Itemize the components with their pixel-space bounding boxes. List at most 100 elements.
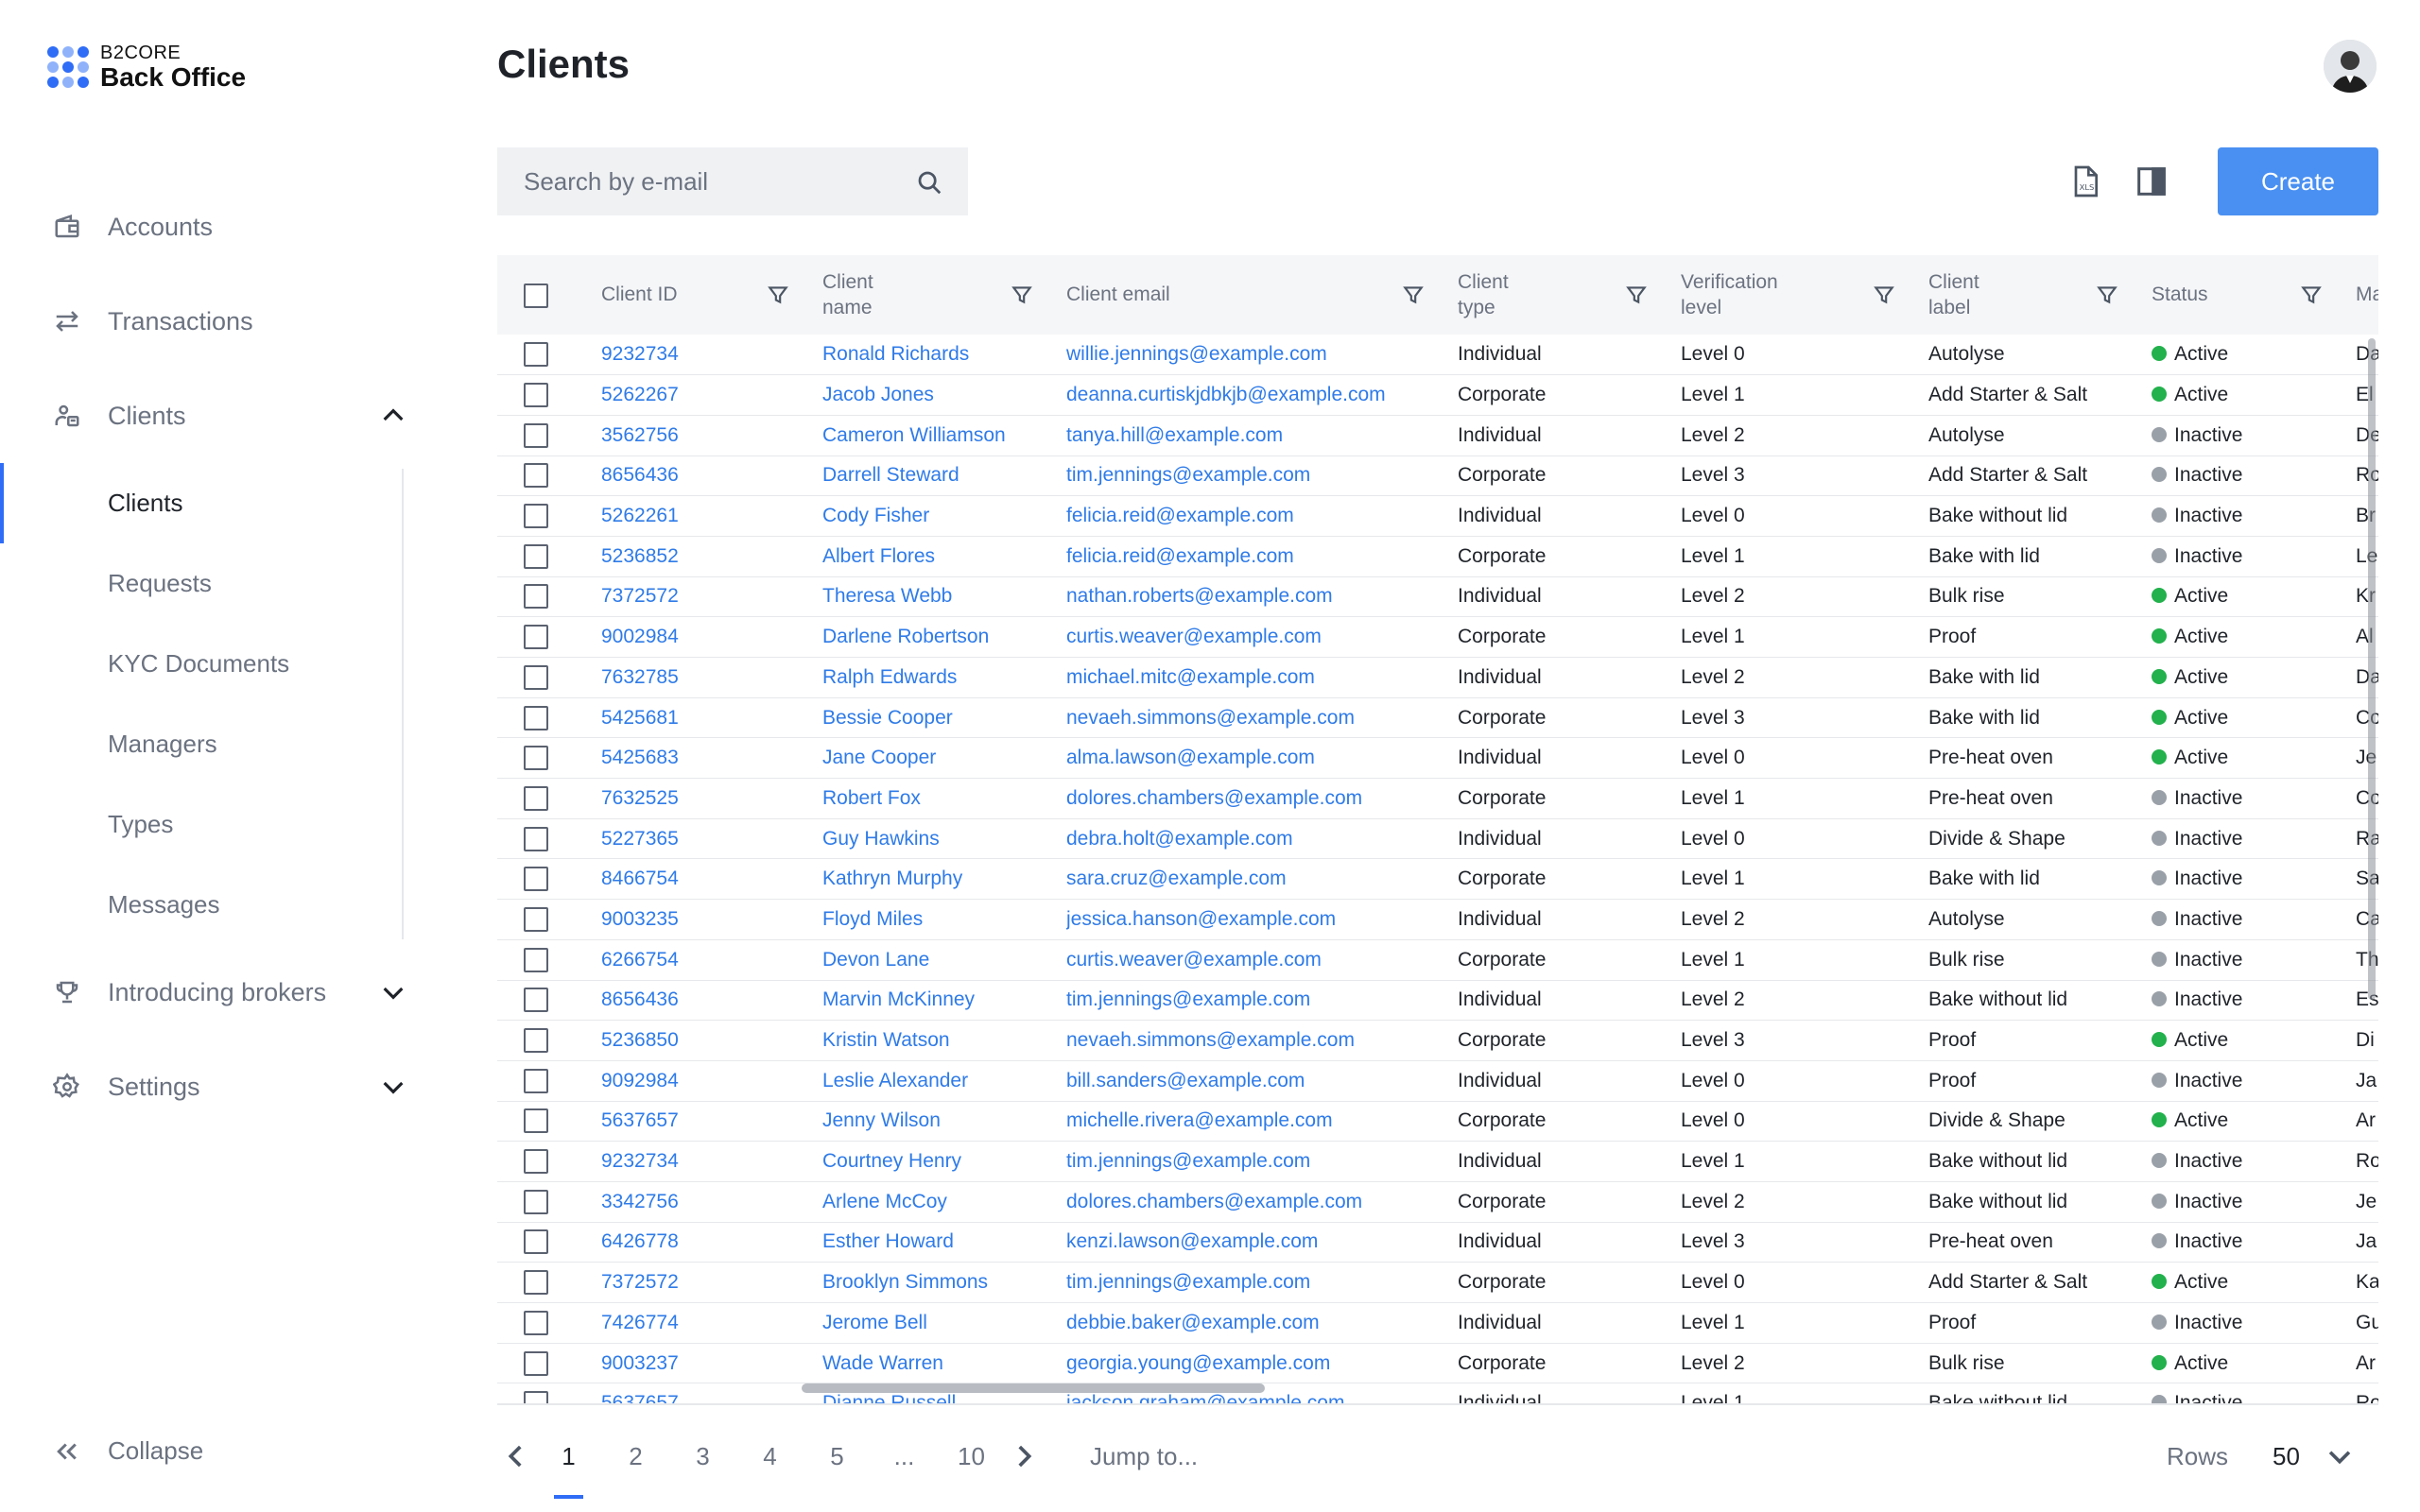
client-name-link[interactable]: Marvin McKinney xyxy=(822,980,1066,1021)
client-email-link[interactable]: nevaeh.simmons@example.com xyxy=(1066,697,1458,738)
prev-page-icon[interactable] xyxy=(497,1437,535,1475)
client-name-link[interactable]: Jacob Jones xyxy=(822,375,1066,416)
sidebar-item-clients[interactable]: Clients xyxy=(0,369,444,463)
row-checkbox[interactable] xyxy=(524,463,548,489)
table-row[interactable]: 5425683 Jane Cooper alma.lawson@example.co… xyxy=(497,738,2378,779)
client-id-link[interactable]: 5262267 xyxy=(601,375,822,416)
client-email-link[interactable]: willie.jennings@example.com xyxy=(1066,335,1458,375)
client-name-link[interactable]: Darrell Steward xyxy=(822,455,1066,496)
row-checkbox[interactable] xyxy=(524,826,548,851)
chevron-down-icon[interactable] xyxy=(378,1072,408,1102)
sidebar-item-transactions[interactable]: Transactions xyxy=(0,274,444,369)
client-name-link[interactable]: Esther Howard xyxy=(822,1222,1066,1263)
table-row[interactable]: 5637657 Jenny Wilson michelle.rivera@examp… xyxy=(497,1101,2378,1142)
rows-per-page-select[interactable]: 50 xyxy=(2273,1442,2300,1471)
table-row[interactable]: 3562756 Cameron Williamson tanya.hill@exam… xyxy=(497,415,2378,456)
page-number[interactable]: 2 xyxy=(602,1442,669,1471)
client-id-link[interactable]: 8656436 xyxy=(601,455,822,496)
client-name-link[interactable]: Cody Fisher xyxy=(822,496,1066,537)
row-checkbox[interactable] xyxy=(524,906,548,932)
row-checkbox[interactable] xyxy=(524,705,548,730)
client-name-link[interactable]: Brooklyn Simmons xyxy=(822,1263,1066,1303)
client-name-link[interactable]: Jane Cooper xyxy=(822,738,1066,779)
client-id-link[interactable]: 7632785 xyxy=(601,658,822,698)
column-header[interactable]: Client ID xyxy=(601,255,822,335)
client-email-link[interactable]: bill.sanders@example.com xyxy=(1066,1060,1458,1101)
columns-icon[interactable] xyxy=(2133,163,2170,200)
chevron-up-icon[interactable] xyxy=(378,401,408,431)
row-checkbox[interactable] xyxy=(524,1350,548,1376)
row-checkbox[interactable] xyxy=(524,584,548,610)
filter-icon[interactable] xyxy=(766,283,790,307)
client-email-link[interactable]: dolores.chambers@example.com xyxy=(1066,1181,1458,1222)
sidebar-item-accounts[interactable]: Accounts xyxy=(0,180,444,274)
row-checkbox[interactable] xyxy=(524,1391,548,1404)
client-name-link[interactable]: Floyd Miles xyxy=(822,900,1066,940)
column-header[interactable]: Client type xyxy=(1458,255,1681,335)
column-header[interactable]: Client label xyxy=(1928,255,2152,335)
table-row[interactable]: 7372572 Theresa Webb nathan.roberts@exampl… xyxy=(497,576,2378,617)
table-row[interactable]: 5262261 Cody Fisher felicia.reid@example.c… xyxy=(497,496,2378,537)
sidebar-subitem-clients[interactable]: Clients xyxy=(0,463,444,543)
table-row[interactable]: 6266754 Devon Lane curtis.weaver@example.c… xyxy=(497,939,2378,980)
client-id-link[interactable]: 5637657 xyxy=(601,1101,822,1142)
client-email-link[interactable]: jessica.hanson@example.com xyxy=(1066,900,1458,940)
logo[interactable]: B2CORE Back Office xyxy=(47,43,246,91)
client-name-link[interactable]: Guy Hawkins xyxy=(822,818,1066,859)
row-checkbox[interactable] xyxy=(524,342,548,368)
chevron-down-icon[interactable] xyxy=(2324,1440,2356,1472)
client-id-link[interactable]: 9003235 xyxy=(601,900,822,940)
table-row[interactable]: 8466754 Kathryn Murphy sara.cruz@example.c… xyxy=(497,859,2378,900)
table-row[interactable]: 5227365 Guy Hawkins debra.holt@example.com… xyxy=(497,818,2378,859)
table-row[interactable]: 9232734 Courtney Henry tim.jennings@exampl… xyxy=(497,1142,2378,1182)
row-checkbox[interactable] xyxy=(524,1310,548,1335)
client-email-link[interactable]: tim.jennings@example.com xyxy=(1066,1142,1458,1182)
table-row[interactable]: 9232734 Ronald Richards willie.jennings@ex… xyxy=(497,335,2378,375)
client-name-link[interactable]: Arlene McCoy xyxy=(822,1181,1066,1222)
client-email-link[interactable]: tim.jennings@example.com xyxy=(1066,1263,1458,1303)
vertical-scrollbar[interactable] xyxy=(2368,338,2376,1000)
table-row[interactable]: 5425681 Bessie Cooper nevaeh.simmons@examp… xyxy=(497,697,2378,738)
row-checkbox[interactable] xyxy=(524,1189,548,1214)
column-header[interactable]: Status xyxy=(2152,255,2356,335)
client-id-link[interactable]: 3562756 xyxy=(601,415,822,455)
row-checkbox[interactable] xyxy=(524,383,548,408)
page-number[interactable]: 1 xyxy=(535,1442,602,1499)
client-email-link[interactable]: deanna.curtiskjdbkjb@example.com xyxy=(1066,375,1458,416)
client-email-link[interactable]: curtis.weaver@example.com xyxy=(1066,939,1458,980)
client-email-link[interactable]: kenzi.lawson@example.com xyxy=(1066,1222,1458,1263)
filter-icon[interactable] xyxy=(2299,283,2324,307)
table-row[interactable]: 9092984 Leslie Alexander bill.sanders@exam… xyxy=(497,1060,2378,1102)
column-header[interactable]: Verification level xyxy=(1681,255,1928,335)
table-row[interactable]: 5637657 Dianne Russell jackson.graham@exam… xyxy=(497,1383,2378,1404)
horizontal-scrollbar[interactable] xyxy=(802,1383,1265,1393)
client-id-link[interactable]: 6266754 xyxy=(601,939,822,980)
client-name-link[interactable]: Jerome Bell xyxy=(822,1303,1066,1344)
client-name-link[interactable]: Devon Lane xyxy=(822,939,1066,980)
table-row[interactable]: 9003237 Wade Warren georgia.young@example.… xyxy=(497,1343,2378,1383)
row-checkbox[interactable] xyxy=(524,1028,548,1054)
client-email-link[interactable]: dolores.chambers@example.com xyxy=(1066,779,1458,819)
sidebar-subitem-managers[interactable]: Managers xyxy=(0,704,444,784)
filter-icon[interactable] xyxy=(1872,283,1896,307)
chevron-down-icon[interactable] xyxy=(378,977,408,1007)
client-name-link[interactable]: Cameron Williamson xyxy=(822,415,1066,455)
sidebar-subitem-messages[interactable]: Messages xyxy=(0,865,444,945)
client-id-link[interactable]: 7372572 xyxy=(601,576,822,617)
page-number[interactable]: 5 xyxy=(804,1442,871,1471)
jump-to-input[interactable]: Jump to... xyxy=(1090,1442,1198,1471)
client-id-link[interactable]: 7372572 xyxy=(601,1263,822,1303)
select-all-checkbox[interactable] xyxy=(524,283,548,308)
client-email-link[interactable]: tim.jennings@example.com xyxy=(1066,455,1458,496)
sidebar-subitem-requests[interactable]: Requests xyxy=(0,543,444,624)
table-row[interactable]: 6426778 Esther Howard kenzi.lawson@example… xyxy=(497,1222,2378,1263)
client-name-link[interactable]: Kristin Watson xyxy=(822,1021,1066,1061)
client-email-link[interactable]: felicia.reid@example.com xyxy=(1066,536,1458,576)
sidebar-subitem-types[interactable]: Types xyxy=(0,784,444,865)
table-row[interactable]: 8656436 Marvin McKinney tim.jennings@examp… xyxy=(497,980,2378,1021)
client-id-link[interactable]: 9232734 xyxy=(601,335,822,375)
xls-file-icon[interactable]: XLS xyxy=(2066,163,2104,200)
next-page-icon[interactable] xyxy=(1005,1437,1043,1475)
table-row[interactable]: 3342756 Arlene McCoy dolores.chambers@exam… xyxy=(497,1181,2378,1223)
client-id-link[interactable]: 5227365 xyxy=(601,818,822,859)
